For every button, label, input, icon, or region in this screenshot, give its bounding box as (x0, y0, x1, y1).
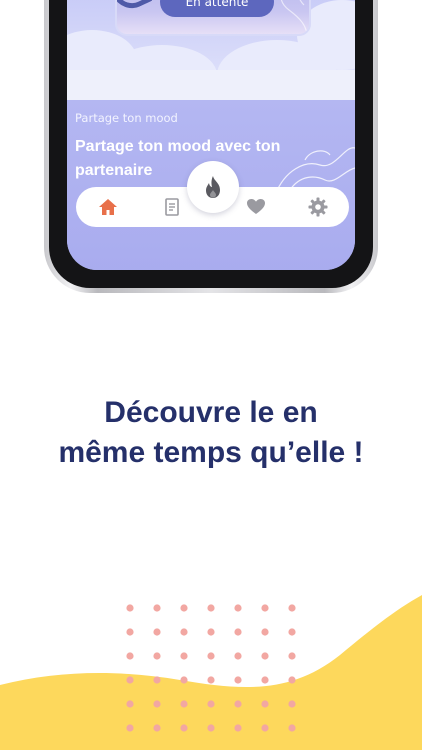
decor-dot (126, 604, 134, 612)
waiting-status-button[interactable]: En attente (160, 0, 274, 17)
decor-dot (234, 724, 242, 732)
decor-dot (126, 700, 134, 708)
decor-dot (288, 628, 296, 636)
mood-title: Partage ton mood avec ton partenaire (75, 138, 281, 179)
decor-dot (180, 700, 188, 708)
decor-dot (261, 676, 269, 684)
decor-dot (234, 628, 242, 636)
decor-dot (153, 652, 161, 660)
phone-bezel: En attente Partage ton mood Partage ton … (49, 0, 373, 288)
decor-dot (261, 604, 269, 612)
decor-dot (126, 676, 134, 684)
heart-icon[interactable] (246, 197, 266, 217)
decor-dot (180, 604, 188, 612)
decor-dot (153, 604, 161, 612)
decor-dot (153, 628, 161, 636)
decor-dot (288, 604, 296, 612)
decor-dot (153, 676, 161, 684)
home-icon[interactable] (98, 197, 118, 217)
decor-dot (261, 652, 269, 660)
decor-dot (126, 652, 134, 660)
decor-dot (207, 724, 215, 732)
decor-dot (207, 700, 215, 708)
decor-dot (180, 628, 188, 636)
decor-curl (117, 0, 153, 15)
decor-dot (207, 652, 215, 660)
gear-icon[interactable] (308, 197, 328, 217)
decor-dot (261, 628, 269, 636)
headline-line-2: même temps qu’elle ! (58, 436, 364, 469)
decor-dot (288, 652, 296, 660)
decor-dot (207, 676, 215, 684)
app-screen: En attente Partage ton mood Partage ton … (67, 0, 355, 270)
decor-dot (288, 676, 296, 684)
flame-button[interactable] (187, 161, 239, 213)
sky-haze (67, 70, 355, 100)
decor-dot (207, 628, 215, 636)
phone-frame: En attente Partage ton mood Partage ton … (44, 0, 378, 293)
decor-dot (153, 700, 161, 708)
decor-dot (126, 628, 134, 636)
decor-dot (234, 676, 242, 684)
decor-dot (261, 724, 269, 732)
headline-line-1: Découvre le en (104, 396, 318, 429)
dot-grid-decor (126, 604, 296, 732)
decor-dot (180, 724, 188, 732)
sky-background: En attente (67, 0, 355, 100)
decor-dot (180, 676, 188, 684)
flame-icon (206, 176, 220, 198)
decor-dot (234, 604, 242, 612)
decor-dot (180, 652, 188, 660)
headline: Découvre le en même temps qu’elle ! (0, 393, 422, 473)
mood-label: Partage ton mood (75, 111, 178, 125)
decor-dot (234, 700, 242, 708)
journal-icon[interactable] (162, 197, 182, 217)
decor-dot (126, 724, 134, 732)
decor-dot (234, 652, 242, 660)
decor-dot (261, 700, 269, 708)
decor-dot (207, 604, 215, 612)
decor-dot (288, 724, 296, 732)
decor-dot (288, 700, 296, 708)
decor-dot (153, 724, 161, 732)
